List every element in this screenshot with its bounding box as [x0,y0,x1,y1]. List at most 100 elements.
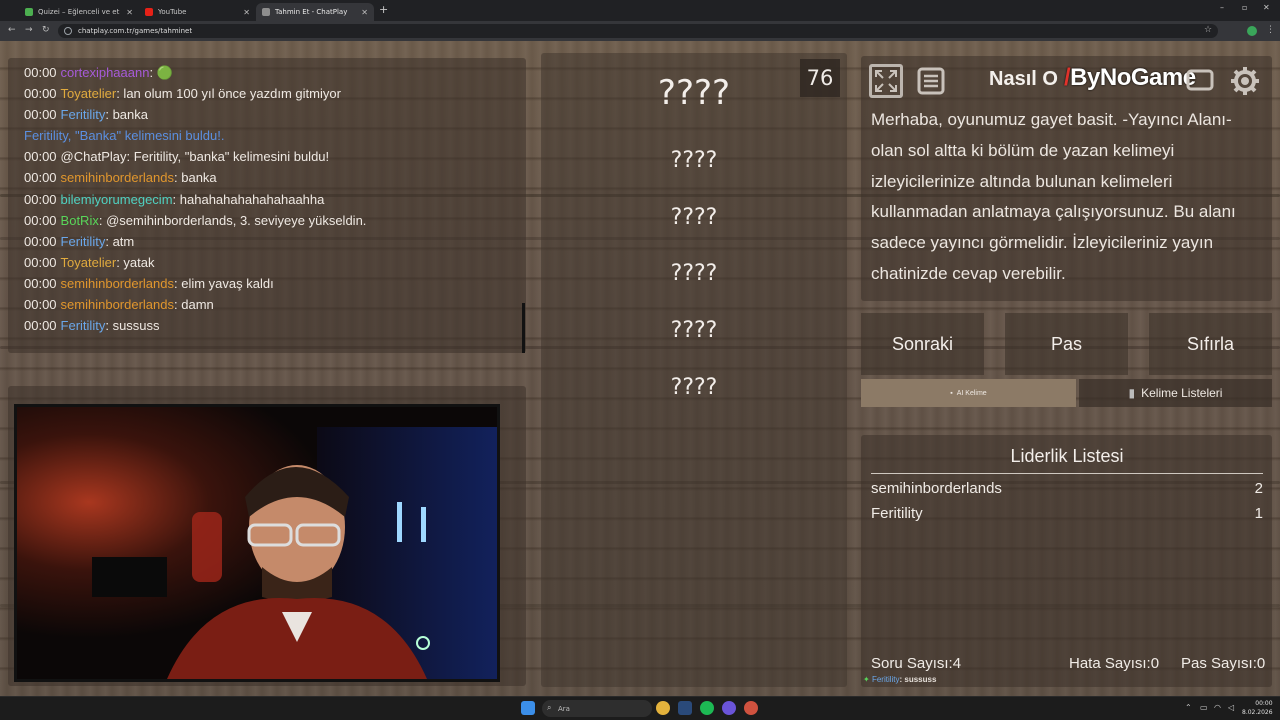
gear-icon [1231,67,1259,95]
chat-time: 00:00 [24,318,57,334]
chat-scrollbar[interactable] [522,303,525,353]
address-bar: ← → ↻ chatplay.com.tr/games/tahminet ☆ ⋮ [0,21,1280,41]
chat-message: Feritility, "Banka" kelimesini buldu!. [24,125,510,146]
ai-icon: ▪ [950,389,953,397]
tray-chevron-icon[interactable]: ⌃ [1185,703,1192,712]
clock[interactable]: 00:00 8.02.2026 [1242,699,1273,717]
chat-text: 🟢 [153,65,173,80]
close-tab-icon[interactable]: ✕ [361,8,368,17]
chat-username[interactable]: semihinborderlands [61,276,174,291]
word-lists-tab[interactable]: ▮ Kelime Listeleri [1079,379,1272,407]
tab-quizei[interactable]: Quizei – Eğlenceli ve etkileşimli ✕ [19,3,139,21]
spotify-icon[interactable] [700,701,714,715]
chat-message: 00:00 Feritility: banka [24,104,510,125]
back-icon[interactable]: ← [8,25,16,35]
forward-icon[interactable]: → [25,25,33,35]
chat-time: 00:00 [24,254,57,270]
screen-button[interactable] [1183,64,1217,98]
settings-button[interactable] [1228,64,1262,98]
question-count: Soru Sayısı:4 [871,655,962,672]
tab-title: YouTube [158,8,187,16]
chat-username[interactable]: Feritility [61,107,106,122]
site-info-icon[interactable] [64,27,72,35]
close-tab-icon[interactable]: ✕ [126,8,133,17]
chatplay-favicon-icon [262,8,270,16]
pass-button[interactable]: Pas [1005,313,1128,375]
chat-text: elim yavaş kaldı [177,275,274,291]
chat-username[interactable]: semihinborderlands [61,170,174,185]
new-tab-button[interactable]: + [379,3,388,16]
leaderboard-row: semihinborderlands 2 [871,480,1263,497]
tab-youtube[interactable]: YouTube ✕ [139,3,256,21]
quizei-favicon-icon [25,8,33,16]
error-count: Hata Sayısı:0 [1069,655,1160,672]
reload-icon[interactable]: ↻ [42,25,50,35]
taskbar-search[interactable]: ⌕ Ara [542,700,652,717]
chat-message: 00:00 semihinborderlands: banka [24,167,510,188]
chat-username[interactable]: semihinborderlands [61,297,174,312]
logo-text-a: By [1070,64,1100,91]
chat-time: 00:00 [24,107,57,123]
bynogame-logo: /ByNoGame [1064,64,1196,92]
minimize-icon[interactable]: – [1220,3,1224,12]
chrome-icon[interactable] [656,701,670,715]
start-windows-icon[interactable] [521,701,535,715]
tab-chatplay[interactable]: Tahmin Et - ChatPlay ✕ [256,3,374,21]
chat-username[interactable]: Feritility [61,318,106,333]
chat-panel: 00:00 cortexiphaaann: 🟢 00:00 Toyatelier: l… [8,58,526,353]
forbidden-word: ???? [670,375,718,400]
chat-time: 00:00 [24,86,57,102]
network-icon[interactable]: ▭ [1200,703,1208,712]
clock-date: 8.02.2026 [1242,709,1273,716]
chat-text: yatak [119,254,155,270]
bookmark-star-icon[interactable]: ☆ [1204,25,1212,35]
chat-message: 00:00 semihinborderlands: damn [24,294,510,315]
taskbar-search-label: Ara [558,704,570,713]
chat-text: Feritility, "Banka" kelimesini buldu!. [24,128,225,144]
reset-button[interactable]: Sıfırla [1149,313,1272,375]
ai-word-tab[interactable]: ▪ AI Kelime [861,379,1076,407]
menu-icon[interactable]: ⋮ [1266,25,1275,35]
chat-message: 00:00 @ChatPlay: Feritility, "banka" keli… [24,146,510,167]
chat-text: @semihinborderlands, 3. seviyeye yükseld… [102,212,367,228]
close-window-icon[interactable]: ✕ [1263,3,1270,12]
chat-username[interactable]: @ChatPlay [61,149,127,164]
leaderboard-row: Feritility 1 [871,505,1263,522]
fullscreen-icon [875,70,897,92]
chat-username[interactable]: bilemiyorumegecim [61,192,173,207]
forbidden-word: ???? [670,148,718,173]
tab-title: Quizei – Eğlenceli ve etkileşimli [38,8,120,16]
chat-time: 00:00 [24,65,57,80]
steam-icon[interactable] [678,701,692,715]
wifi-icon[interactable]: ◠ [1214,703,1221,712]
chat-username[interactable]: Toyatelier [61,255,117,270]
fullscreen-button[interactable] [869,64,903,98]
chat-text: banka [177,170,217,186]
chat-message: 00:00 Feritility: atm [24,231,510,252]
obs-icon[interactable] [744,701,758,715]
forbidden-word: ???? [670,205,718,230]
chat-username[interactable]: Feritility [61,234,106,249]
chat-username[interactable]: Toyatelier [61,86,117,101]
volume-icon[interactable]: ◁ [1228,703,1234,712]
chat-message: 00:00 BotRix: @semihinborderlands, 3. sev… [24,210,510,231]
rules-button[interactable] [914,64,948,98]
maximize-icon[interactable]: ▫ [1242,3,1247,12]
screen-icon [1186,69,1214,91]
chat-text: lan olum 100 yıl önce yazdım gitmiyor [119,86,341,102]
chat-time: 00:00 [24,275,57,291]
discord-icon[interactable] [722,701,736,715]
webcam-scene-image [17,407,497,679]
url-input[interactable]: chatplay.com.tr/games/tahminet [58,24,1218,38]
chat-username[interactable]: cortexiphaaann [61,65,150,80]
pass-count: Pas Sayısı:0 [1181,655,1266,672]
chat-text: Feritility, "banka" kelimesini buldu! [130,149,330,165]
chat-message: 00:00 cortexiphaaann: 🟢 [24,62,510,83]
next-button[interactable]: Sonraki [861,313,984,375]
clock-time: 00:00 [1255,700,1273,707]
chat-message: 00:00 Feritility: sussuss [24,315,510,336]
close-tab-icon[interactable]: ✕ [243,8,250,17]
extension-icon[interactable] [1247,26,1257,36]
chat-time: 00:00 [24,149,57,165]
chat-username[interactable]: BotRix [61,213,99,228]
